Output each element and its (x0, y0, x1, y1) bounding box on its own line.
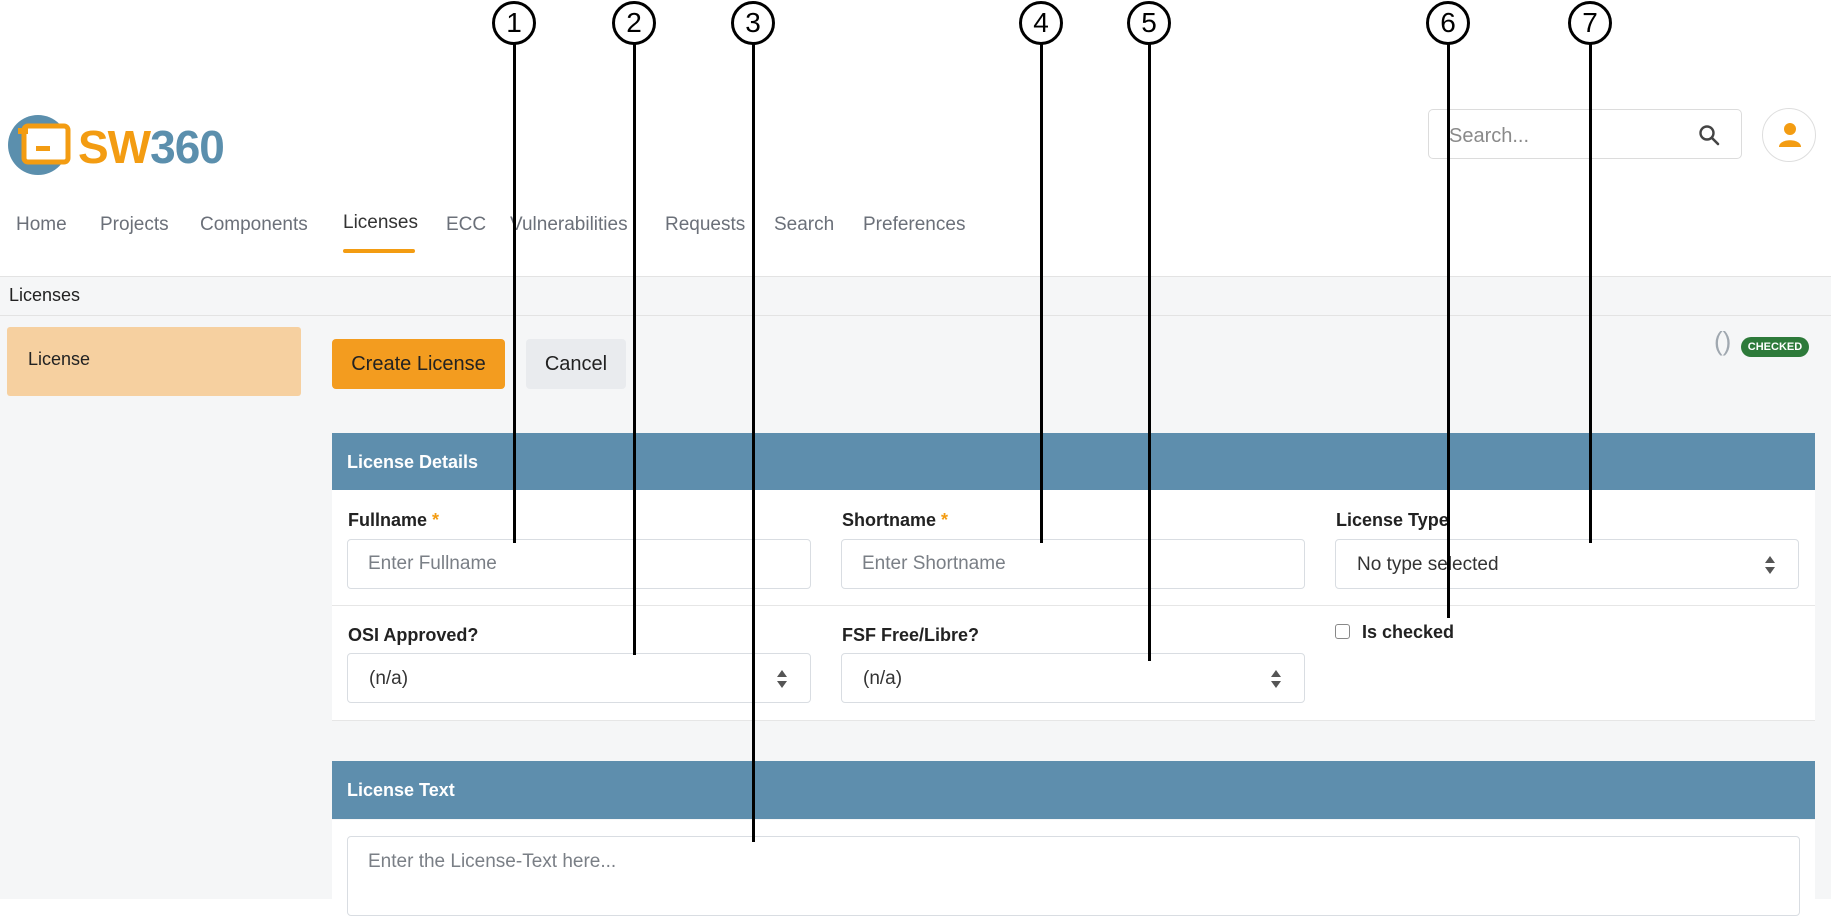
license-type-label: License Type (1336, 510, 1449, 530)
nav-requests[interactable]: Requests (665, 214, 745, 236)
nav-preferences[interactable]: Preferences (863, 214, 965, 236)
nav-components[interactable]: Components (200, 214, 308, 236)
logo-mark-icon (8, 115, 71, 175)
license-text-textarea[interactable] (347, 836, 1800, 916)
callout-line-1 (513, 44, 516, 543)
nav-projects[interactable]: Projects (100, 214, 169, 236)
callout-line-2 (633, 44, 636, 655)
shortname-input[interactable] (841, 539, 1305, 589)
fsf-free-label: FSF Free/Libre? (842, 625, 980, 645)
callout-line-4 (1040, 44, 1043, 543)
fsf-free-value: (n/a) (863, 668, 903, 689)
callout-line-3 (752, 44, 755, 842)
callout-marker-2: 2 (612, 1, 656, 45)
fullname-input[interactable] (347, 539, 811, 589)
status-parentheses: () (1714, 326, 1732, 356)
license-text-header[interactable]: License Text (332, 761, 1815, 819)
callout-line-6 (1447, 44, 1450, 618)
fullname-label: Fullname * (348, 510, 440, 530)
nav-search[interactable]: Search (774, 214, 834, 236)
osi-approved-value: (n/a) (369, 668, 409, 689)
callout-marker-1: 1 (492, 1, 536, 45)
cancel-button[interactable]: Cancel (526, 339, 626, 389)
nav-ecc[interactable]: ECC (446, 214, 486, 236)
nav-active-underline (343, 249, 415, 253)
callout-marker-7: 7 (1568, 1, 1612, 45)
select-arrows-icon (777, 670, 787, 688)
sidebar (0, 316, 320, 899)
license-type-value: No type selected (1357, 554, 1499, 575)
search-box[interactable] (1428, 109, 1742, 159)
license-type-select[interactable]: No type selected (1335, 539, 1799, 589)
callout-marker-4: 4 (1019, 1, 1063, 45)
osi-approved-select[interactable]: (n/a) (347, 653, 811, 703)
search-input[interactable] (1447, 122, 1691, 150)
is-checked-label[interactable]: Is checked (1362, 622, 1454, 643)
callout-marker-3: 3 (731, 1, 775, 45)
search-icon[interactable] (1697, 123, 1721, 147)
breadcrumb-bar (0, 276, 1831, 316)
checked-badge: CHECKED (1741, 337, 1809, 357)
callout-line-5 (1148, 44, 1151, 661)
is-checked-checkbox[interactable] (1335, 624, 1350, 639)
breadcrumb[interactable]: Licenses (9, 285, 80, 306)
callout-line-7 (1589, 44, 1592, 543)
logo-text: SW360 (78, 121, 225, 173)
callout-marker-5: 5 (1127, 1, 1171, 45)
nav-home[interactable]: Home (16, 214, 67, 236)
sidebar-item-license[interactable]: License (7, 327, 301, 396)
osi-approved-label: OSI Approved? (348, 625, 479, 645)
shortname-label: Shortname * (842, 510, 949, 530)
create-license-button[interactable]: Create License (332, 339, 505, 389)
callout-marker-6: 6 (1426, 1, 1470, 45)
nav-licenses[interactable]: Licenses (343, 212, 418, 234)
fsf-free-select[interactable]: (n/a) (841, 653, 1305, 703)
select-arrows-icon (1271, 670, 1281, 688)
select-arrows-icon (1765, 556, 1775, 574)
nav-vulnerabilities[interactable]: Vulnerabilities (510, 214, 628, 236)
user-icon (1779, 123, 1801, 147)
user-avatar[interactable] (1762, 108, 1816, 162)
license-details-header[interactable]: License Details (332, 433, 1815, 491)
row-divider (332, 605, 1815, 606)
